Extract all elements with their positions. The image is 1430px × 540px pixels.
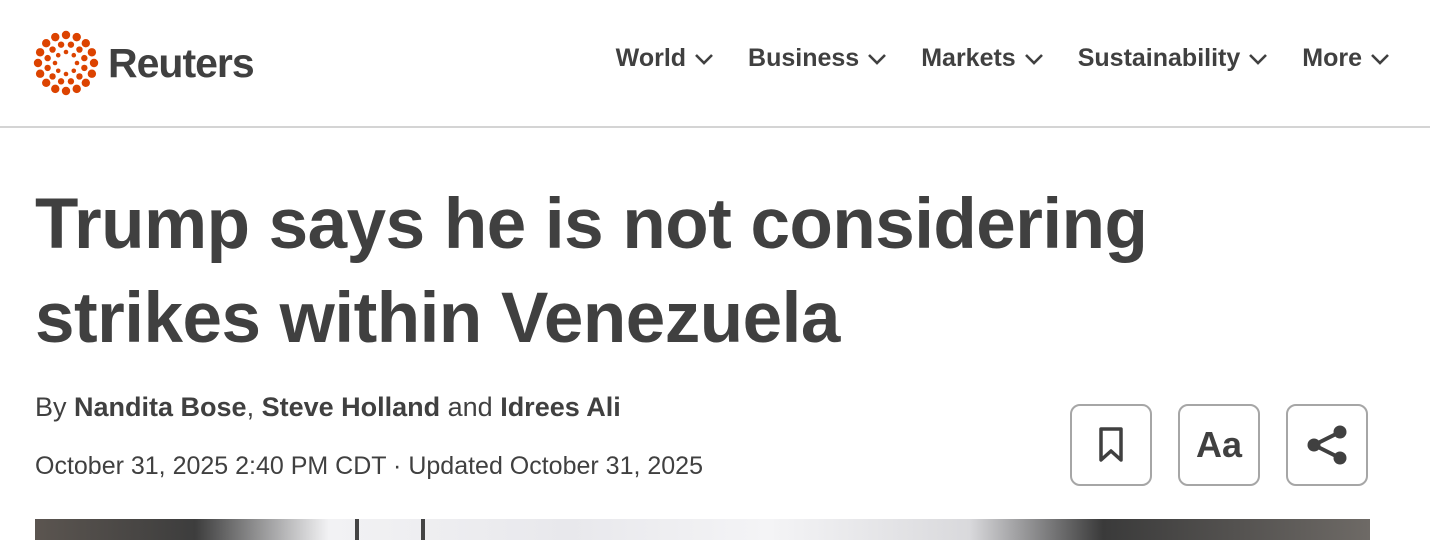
font-size-label: Aa (1195, 424, 1243, 465)
logo-dot (51, 32, 60, 42)
article-tools: Aa (1070, 404, 1368, 486)
nav-item-markets[interactable]: Markets (921, 44, 1044, 73)
nav-item-label: Sustainability (1077, 44, 1241, 72)
logo-dot (33, 58, 43, 68)
logo-dot (67, 78, 75, 85)
logo-dot (87, 69, 97, 78)
publish-dateline: October 31, 2025 2:40 PM CDT · Updated O… (35, 452, 703, 480)
logo-dot (72, 32, 81, 42)
logo-dot (51, 84, 60, 94)
author-link[interactable]: Steve Holland (262, 392, 441, 422)
logo-dot (55, 68, 61, 74)
logo-dot (71, 52, 77, 58)
article-headline: Trump says he is not considering strikes… (35, 178, 1235, 366)
logo-dot (63, 71, 69, 77)
nav-item-business[interactable]: Business (748, 44, 887, 73)
byline: By Nandita Bose, Steve Holland and Idree… (35, 392, 621, 423)
logo-dot (81, 54, 88, 62)
logo-dot (35, 48, 45, 57)
logo-dot (72, 84, 81, 94)
chevron-down-icon (868, 53, 887, 65)
logo-dot (42, 39, 51, 48)
chevron-down-icon (1024, 53, 1043, 65)
logo-dot (44, 64, 51, 72)
logo-dot (57, 78, 65, 85)
nav-item-sustainability[interactable]: Sustainability (1078, 44, 1269, 73)
logo-dot (61, 30, 71, 40)
byline-separator: , (246, 392, 262, 422)
bookmark-button[interactable] (1070, 404, 1152, 486)
main-nav: World Business Markets Sustainability Mo… (616, 44, 1390, 73)
author-link[interactable]: Nandita Bose (74, 392, 247, 422)
logo-dot (81, 78, 90, 87)
headline-line-1: Trump says he is not considering (35, 185, 1148, 264)
chevron-down-icon (1249, 53, 1268, 65)
logo-dot (55, 52, 61, 58)
logo-dot (49, 46, 56, 53)
logo-dot (81, 64, 88, 72)
logo-dot (52, 60, 58, 66)
share-button[interactable] (1286, 404, 1368, 486)
nav-item-label: World (615, 44, 687, 72)
logo-dot (35, 69, 45, 78)
logo-dot (71, 68, 77, 74)
logo-dot (49, 73, 56, 80)
logo-dot (76, 46, 83, 53)
logo-dot (67, 41, 75, 48)
nav-item-label: Markets (921, 44, 1016, 72)
headline-line-2: strikes within Venezuela (35, 279, 840, 358)
chevron-down-icon (695, 53, 713, 65)
logo-dot (89, 58, 99, 68)
font-size-button[interactable]: Aa (1178, 404, 1260, 486)
share-icon (1307, 425, 1347, 465)
logo-dot (42, 78, 51, 87)
brand-name: Reuters (108, 39, 255, 86)
nav-item-more[interactable]: More (1302, 44, 1390, 73)
logo-dot (63, 49, 69, 55)
reuters-logo[interactable]: Reuters (33, 30, 255, 96)
nav-item-world[interactable]: World (616, 44, 714, 73)
site-header: Reuters World Business Markets Sustainab… (0, 0, 1430, 128)
bookmark-icon (1099, 427, 1123, 462)
reuters-dot-ring-icon (33, 30, 99, 96)
logo-dot (87, 48, 97, 57)
author-link[interactable]: Idrees Ali (500, 392, 621, 422)
byline-prefix: By (35, 392, 75, 422)
nav-item-label: More (1302, 44, 1362, 72)
logo-dot (81, 39, 90, 48)
logo-dot (74, 60, 80, 66)
logo-dot (57, 41, 65, 48)
hero-image (35, 519, 1370, 540)
logo-dot (76, 73, 83, 80)
nav-item-label: Business (748, 44, 860, 72)
chevron-down-icon (1371, 53, 1389, 65)
byline-separator: and (440, 392, 501, 422)
logo-dot (61, 86, 71, 96)
logo-dot (44, 54, 51, 62)
